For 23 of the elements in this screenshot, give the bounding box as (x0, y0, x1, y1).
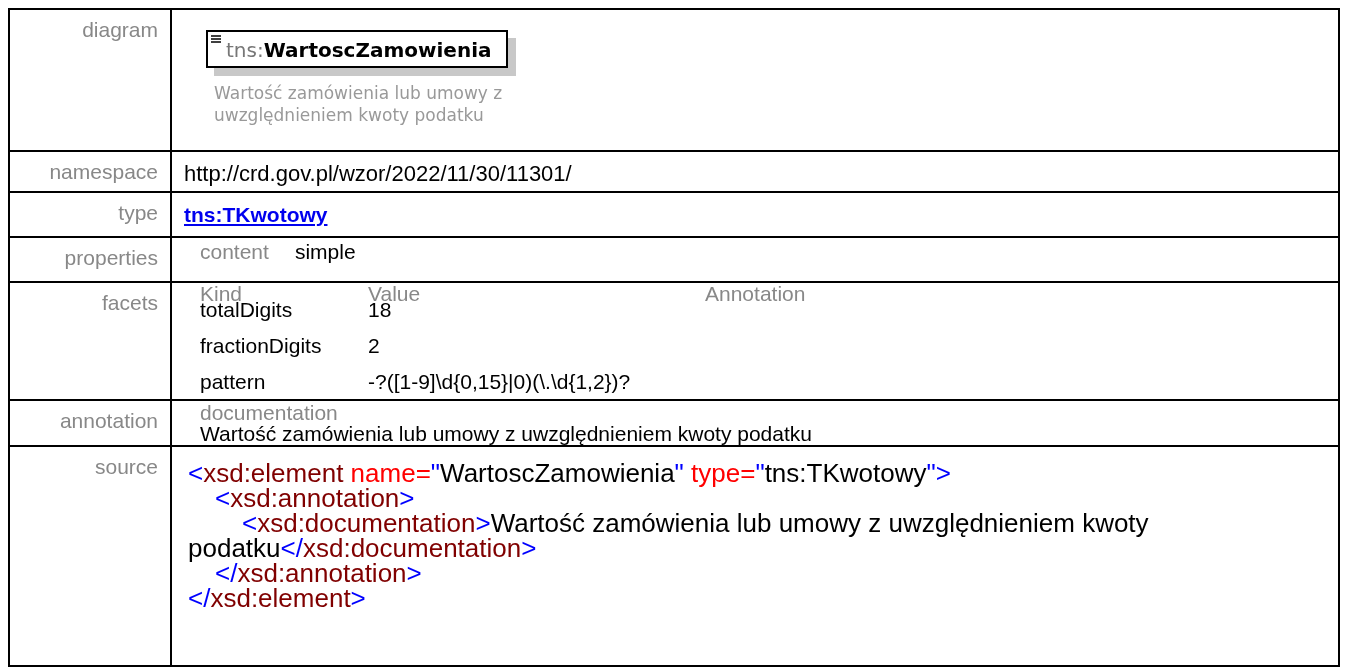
namespace-value: http://crd.gov.pl/wzor/2022/11/30/11301/ (184, 160, 572, 187)
element-name: tns:WartoscZamowienia (226, 38, 492, 62)
row-label: diagram (82, 18, 158, 41)
facet-kind: fractionDigits (200, 335, 323, 357)
element-description: Wartość zamówienia lub umowy z (214, 82, 504, 104)
row-label: facets (101, 291, 158, 314)
element-description: uwzględnieniem kwoty podatku (214, 104, 485, 126)
row-label: properties (64, 246, 158, 269)
facet-value: 2 (368, 335, 381, 357)
annotation-text: Wartość zamówienia lub umowy z uwzględnieniem kwoty podatku (200, 423, 813, 444)
facet-value: -?([1-9]\d{0,15}|0)(\.\d{1,2})? (368, 371, 632, 393)
row-label: namespace (49, 160, 158, 183)
type-link[interactable]: tns:TKwotowy (184, 203, 328, 227)
row-label: type (118, 201, 158, 224)
lines-icon (211, 35, 221, 43)
source-code: <xsd:element name="WartoscZamowienia" type="tns:TKwotowy"> <xsd:annotation> <xsd:documentation>Wartość zamówienia lub umowy z uwzględnieniem kwoty podatku</xsd:documentation> </xsd:annotation> </xsd:element> (187, 457, 1150, 611)
column-header: Annotation (705, 283, 807, 305)
property-value: simple (294, 240, 356, 264)
row-label: source (94, 455, 158, 478)
facet-kind: pattern (200, 371, 267, 393)
property-key: content (200, 240, 269, 264)
row-label: annotation (59, 409, 158, 432)
annotation-title: documentation (200, 402, 339, 423)
